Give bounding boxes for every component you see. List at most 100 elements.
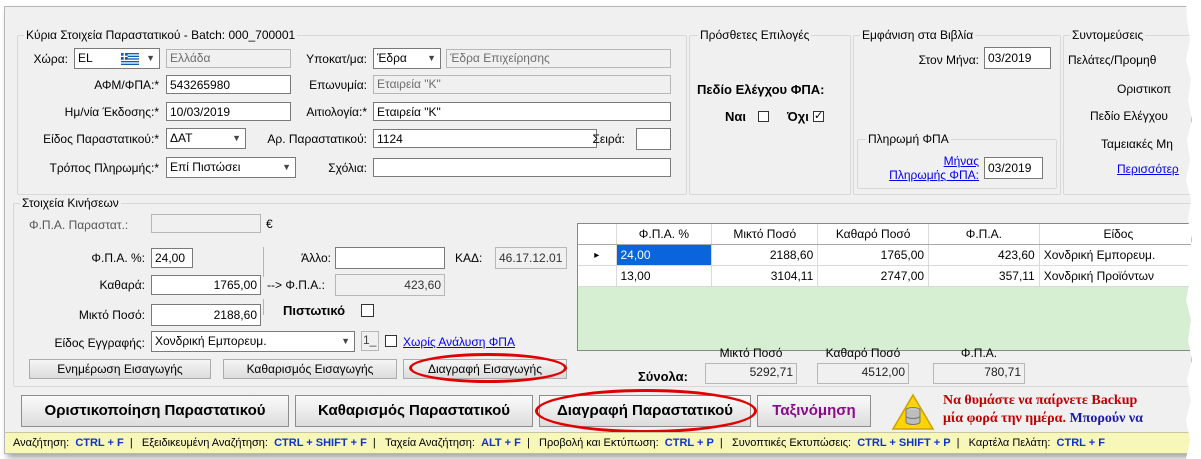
- doc-type-label: Είδος Παραστατικού:*: [43, 132, 159, 146]
- movements-table: Φ.Π.Α. % Μικτό Ποσό Καθαρό Ποσό Φ.Π.Α. Ε…: [578, 224, 1191, 287]
- grid-cell-type[interactable]: Χονδρική Προϊόντων: [1039, 265, 1191, 287]
- branch-select[interactable]: Έδρα ▼: [373, 48, 441, 69]
- grid-cell-vat-percent[interactable]: 13,00: [616, 265, 713, 287]
- status-quick-search-key: ALT + F: [481, 437, 521, 449]
- totals-net-header: Καθαρό Ποσό: [825, 346, 901, 360]
- arrow-vat-label: --> Φ.Π.Α.:: [267, 278, 325, 292]
- euro-symbol: €: [266, 217, 273, 231]
- gross-input[interactable]: [151, 304, 261, 326]
- grid-cell-gross[interactable]: 3104,11: [711, 265, 819, 287]
- country-name-field: Ελλάδα: [166, 49, 291, 68]
- country-select[interactable]: EL ▼: [74, 48, 160, 69]
- net-label: Καθαρά:: [99, 278, 145, 292]
- row-selector-cell: [578, 265, 617, 287]
- entry-type-select[interactable]: Χονδρική Εμπορευμ. ▼: [151, 331, 355, 352]
- status-customer-card-key: CTRL + F: [1056, 437, 1105, 449]
- no-label: Όχι: [787, 109, 809, 124]
- grid-col-type[interactable]: Είδος: [1039, 224, 1191, 245]
- kad-label: ΚΑΔ:: [455, 251, 483, 265]
- payment-method-select[interactable]: Επί Πιστώσει ▼: [166, 157, 296, 178]
- greek-flag-icon: [121, 53, 139, 65]
- doc-number-input[interactable]: [373, 129, 597, 148]
- totals-label: Σύνολα:: [638, 369, 688, 384]
- document-entry-window: Κύρια Στοιχεία Παραστατικού - Batch: 000…: [4, 6, 1192, 454]
- doc-type-value: ΔΑΤ: [170, 131, 193, 145]
- grid-col-gross[interactable]: Μικτό Ποσό: [711, 224, 819, 245]
- shortcut-finalize[interactable]: Οριστικοπ: [1117, 82, 1171, 96]
- doc-number-label: Αρ. Παραστατικού:: [267, 132, 367, 146]
- finalize-document-button[interactable]: Οριστικοποίηση Παραστατικού: [21, 395, 289, 427]
- chevron-down-icon: ▼: [232, 133, 241, 143]
- grid-col-vat-percent[interactable]: Φ.Π.Α. %: [616, 224, 713, 245]
- shortcut-customers[interactable]: Πελάτες/Προμηθ: [1068, 53, 1156, 67]
- document-main-title: Κύρια Στοιχεία Παραστατικού - Batch: 000…: [24, 28, 298, 42]
- chevron-down-icon: ▼: [282, 162, 291, 172]
- clear-entry-button[interactable]: Καθαρισμός Εισαγωγής: [223, 359, 397, 379]
- chevron-down-icon: ▼: [146, 53, 155, 63]
- branch-value: Έδρα: [377, 51, 407, 65]
- vat-doc-label: Φ.Π.Α. Παραστατ.:: [29, 218, 129, 232]
- grid-cell-vat[interactable]: 423,60: [928, 244, 1040, 266]
- grid-cell-type[interactable]: Χονδρική Εμπορευμ.: [1039, 244, 1191, 266]
- doc-type-select[interactable]: ΔΑΤ ▼: [166, 128, 246, 149]
- grid-col-net[interactable]: Καθαρό Ποσό: [817, 224, 930, 245]
- shortcut-cash-registers[interactable]: Ταμειακές Μη: [1101, 137, 1173, 151]
- row-selector-icon: ▸: [578, 244, 617, 266]
- yes-checkbox[interactable]: [758, 111, 769, 122]
- grid-cell-net[interactable]: 2747,00: [817, 265, 930, 287]
- vat-payment-title: Πληρωμή ΦΠΑ: [866, 132, 951, 146]
- status-customer-card-label: Καρτέλα Πελάτη:: [968, 437, 1051, 449]
- no-vat-analysis-checkbox[interactable]: [385, 335, 397, 347]
- grid-col-vat[interactable]: Φ.Π.Α.: [928, 224, 1040, 245]
- issue-date-input[interactable]: [166, 102, 291, 121]
- vat-payment-month-link[interactable]: Μήνας Πληρωμής ΦΠΑ:: [873, 154, 979, 182]
- entry-small-field: 1_: [361, 331, 379, 351]
- credit-checkbox[interactable]: [361, 304, 374, 317]
- no-checkbox[interactable]: ✓: [813, 111, 824, 122]
- no-vat-analysis-link[interactable]: Χωρίς Ανάλυση ΦΠΑ: [403, 335, 515, 349]
- vat-payment-month-input[interactable]: [984, 157, 1043, 179]
- grid-row-header: [578, 224, 617, 245]
- other-label: Άλλο:: [301, 251, 331, 265]
- movements-grid[interactable]: Φ.Π.Α. % Μικτό Ποσό Καθαρό Ποσό Φ.Π.Α. Ε…: [577, 223, 1191, 351]
- vat-payment-link-line2: Πληρωμής ΦΠΑ:: [889, 168, 979, 182]
- update-entry-button[interactable]: Ενημέρωση Εισαγωγής: [29, 359, 211, 379]
- vat-number-label: ΑΦΜ/ΦΠΑ:*: [94, 78, 159, 92]
- vat-number-input[interactable]: [166, 75, 291, 94]
- issue-date-label: Ημ/νία Έκδοσης:*: [64, 105, 159, 119]
- torn-right-edge: [1186, 0, 1201, 459]
- grid-cell-net[interactable]: 1765,00: [817, 244, 930, 266]
- table-row[interactable]: 13,00 3104,11 2747,00 357,11 Χονδρική Πρ…: [578, 265, 1191, 287]
- month-input[interactable]: [984, 47, 1051, 69]
- sort-button[interactable]: Ταξινόμηση: [757, 395, 871, 427]
- movements-title: Στοιχεία Κινήσεων: [20, 196, 121, 210]
- net-input[interactable]: [151, 275, 261, 295]
- separator: [263, 247, 264, 277]
- grid-cell-gross[interactable]: 2188,60: [711, 244, 819, 266]
- clear-document-button[interactable]: Καθαρισμός Παραστατικού: [295, 395, 533, 427]
- chevron-down-icon: ▼: [427, 53, 436, 63]
- backup-reminder-line1: Να θυμάστε να παίρνετε Backup: [943, 393, 1138, 408]
- table-row[interactable]: ▸ 24,00 2188,60 1765,00 423,60 Χονδρική …: [578, 244, 1191, 266]
- company-name-field: Εταιρεία "Κ": [373, 75, 671, 94]
- status-print-label: Προβολή και Εκτύπωση:: [539, 437, 659, 449]
- delete-document-highlight-ring: [535, 389, 757, 433]
- branch-name-field: Έδρα Επιχείρησης: [446, 49, 671, 68]
- status-search-label: Αναζήτηση:: [13, 437, 70, 449]
- series-input[interactable]: [636, 128, 671, 150]
- grid-cell-vat-percent[interactable]: 24,00: [616, 244, 713, 266]
- shortcuts-more-link[interactable]: Περισσότερ: [1117, 162, 1179, 176]
- company-label: Επωνυμία:: [309, 78, 367, 92]
- vat-percent-input[interactable]: [151, 248, 193, 268]
- grid-cell-vat[interactable]: 357,11: [928, 265, 1040, 287]
- totals-net-field: 4512,00: [817, 363, 909, 384]
- reason-input[interactable]: [373, 102, 671, 121]
- payment-method-label: Τρόπος Πληρωμής:*: [49, 161, 159, 175]
- shortcuts-title: Συντομεύσεις: [1070, 28, 1146, 42]
- backup-reminder-line2a: μία φορά την ημέρα.: [943, 411, 1066, 426]
- other-input[interactable]: [335, 247, 445, 269]
- shortcut-vat-check[interactable]: Πεδίο Ελέγχου: [1090, 109, 1168, 123]
- country-code: EL: [78, 51, 93, 65]
- vat-payment-link-line1: Μήνας: [943, 154, 979, 168]
- comments-input[interactable]: [373, 158, 671, 177]
